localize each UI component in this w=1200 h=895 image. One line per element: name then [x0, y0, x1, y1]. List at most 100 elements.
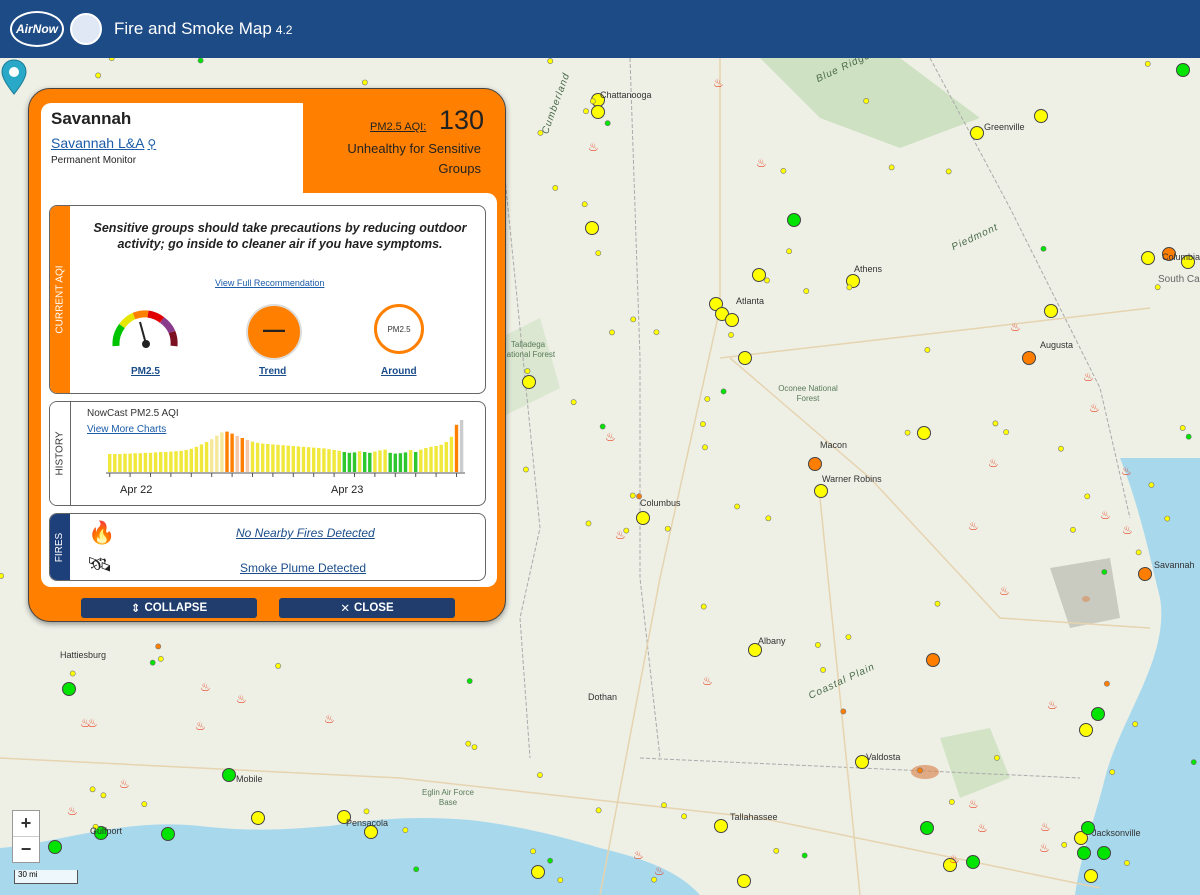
sensor-marker[interactable] — [1148, 482, 1155, 488]
trend-icon[interactable]: — — [246, 304, 302, 360]
sensor-marker[interactable] — [1101, 569, 1108, 575]
sensor-marker[interactable] — [1124, 860, 1130, 866]
fire-icon[interactable]: ♨ — [633, 848, 644, 862]
monitor-marker[interactable] — [814, 484, 828, 498]
sensor-marker[interactable] — [197, 58, 204, 64]
sensor-marker[interactable] — [589, 98, 596, 105]
monitor-marker[interactable] — [585, 221, 599, 235]
sensor-marker[interactable] — [945, 168, 952, 175]
monitor-marker[interactable] — [1022, 351, 1036, 365]
sensor-marker[interactable] — [557, 877, 564, 883]
sensor-marker[interactable] — [530, 848, 536, 855]
monitor-marker[interactable] — [1077, 846, 1091, 860]
sensor-marker[interactable] — [149, 659, 156, 666]
monitor-marker[interactable] — [920, 821, 934, 835]
sensor-marker[interactable] — [1164, 515, 1171, 522]
fire-icon[interactable]: ♨ — [949, 852, 960, 866]
sensor-marker[interactable] — [948, 798, 955, 805]
sensor-marker[interactable] — [1070, 526, 1076, 533]
close-button[interactable]: ✕ CLOSE — [279, 598, 455, 618]
sensor-marker[interactable] — [275, 663, 282, 669]
sensor-marker[interactable] — [700, 603, 707, 610]
monitor-marker[interactable] — [1138, 567, 1152, 581]
fire-icon[interactable]: ♨ — [756, 156, 767, 170]
sensor-marker[interactable] — [681, 813, 688, 820]
fire-icon[interactable]: ♨ — [605, 430, 616, 444]
sensor-marker[interactable] — [95, 72, 102, 79]
sensor-marker[interactable] — [734, 503, 741, 510]
monitor-marker[interactable] — [1091, 707, 1105, 721]
sensor-marker[interactable] — [363, 808, 370, 815]
sensor-marker[interactable] — [1109, 769, 1116, 776]
sensor-marker[interactable] — [786, 248, 792, 255]
sensor-marker[interactable] — [728, 332, 734, 338]
aqi-gauge-icon[interactable] — [110, 302, 180, 352]
sensor-marker[interactable] — [773, 847, 780, 854]
sensor-marker[interactable] — [108, 58, 115, 62]
sensor-marker[interactable] — [1003, 429, 1010, 436]
sensor-marker[interactable] — [888, 164, 895, 171]
sensor-marker[interactable] — [1084, 493, 1091, 500]
monitor-marker[interactable] — [251, 811, 265, 825]
fire-icon[interactable]: ♨ — [195, 719, 206, 733]
sensor-marker[interactable] — [604, 120, 611, 127]
sensor-marker[interactable] — [704, 396, 711, 402]
fire-icon[interactable]: ♨ — [1100, 508, 1111, 522]
sensor-marker[interactable] — [585, 520, 592, 527]
monitor-marker[interactable] — [808, 457, 822, 471]
fire-icon[interactable]: ♨ — [713, 76, 724, 90]
collapse-button[interactable]: ⇕ COLLAPSE — [81, 598, 257, 618]
sensor-marker[interactable] — [1144, 60, 1151, 67]
sensor-marker[interactable] — [157, 655, 164, 662]
sensor-marker[interactable] — [1179, 424, 1186, 431]
sensor-marker[interactable] — [547, 58, 554, 64]
monitor-marker[interactable] — [1034, 109, 1048, 123]
monitor-marker[interactable] — [1044, 304, 1058, 318]
around-link[interactable]: Around — [381, 366, 417, 377]
sensor-marker[interactable] — [599, 423, 606, 430]
fire-icon[interactable]: ♨ — [324, 712, 335, 726]
site-link[interactable]: Savannah L&A ⚲ — [51, 135, 156, 151]
zoom-in-button[interactable]: + — [13, 811, 39, 836]
nearby-fires-link[interactable]: No Nearby Fires Detected — [236, 526, 375, 540]
sensor-marker[interactable] — [471, 744, 478, 750]
sensor-marker[interactable] — [840, 708, 847, 715]
sensor-marker[interactable] — [1104, 680, 1110, 687]
selected-location-pin-icon[interactable] — [0, 58, 28, 98]
sensor-marker[interactable] — [1058, 445, 1064, 452]
sensor-marker[interactable] — [595, 807, 602, 814]
sensor-marker[interactable] — [595, 250, 602, 257]
fire-icon[interactable]: ♨ — [968, 519, 979, 533]
fire-icon[interactable]: ♨ — [588, 140, 599, 154]
sensor-marker[interactable] — [702, 444, 708, 451]
sensor-marker[interactable] — [536, 772, 543, 778]
sensor-marker[interactable] — [993, 754, 1000, 761]
fire-icon[interactable]: ♨ — [988, 456, 999, 470]
sensor-marker[interactable] — [801, 852, 808, 859]
sensor-marker[interactable] — [537, 129, 544, 136]
sensor-marker[interactable] — [466, 678, 473, 684]
pm25-link[interactable]: PM2.5 — [131, 366, 160, 377]
sensor-marker[interactable] — [765, 515, 772, 522]
sensor-marker[interactable] — [815, 642, 821, 648]
fire-icon[interactable]: ♨ — [1089, 401, 1100, 415]
sensor-marker[interactable] — [1135, 549, 1142, 556]
fire-icon[interactable]: ♨ — [999, 584, 1010, 598]
sensor-marker[interactable] — [803, 288, 810, 294]
fire-icon[interactable]: ♨ — [1121, 464, 1132, 478]
sensor-marker[interactable] — [69, 670, 76, 677]
sensor-marker[interactable] — [570, 399, 577, 406]
monitor-marker[interactable] — [161, 827, 175, 841]
sensor-marker[interactable] — [845, 634, 852, 641]
sensor-marker[interactable] — [720, 388, 727, 395]
monitor-marker[interactable] — [966, 855, 980, 869]
monitor-marker[interactable] — [522, 375, 536, 389]
monitor-marker[interactable] — [970, 126, 984, 140]
fire-icon[interactable]: ♨ — [1010, 320, 1021, 334]
sensor-marker[interactable] — [904, 429, 911, 436]
fire-icon[interactable]: ♨ — [1039, 841, 1050, 855]
sensor-marker[interactable] — [523, 466, 529, 473]
fire-icon[interactable]: ♨ — [977, 821, 988, 835]
fire-icon[interactable]: ♨ — [236, 692, 247, 706]
full-recommendation-link[interactable]: View Full Recommendation — [215, 278, 324, 288]
